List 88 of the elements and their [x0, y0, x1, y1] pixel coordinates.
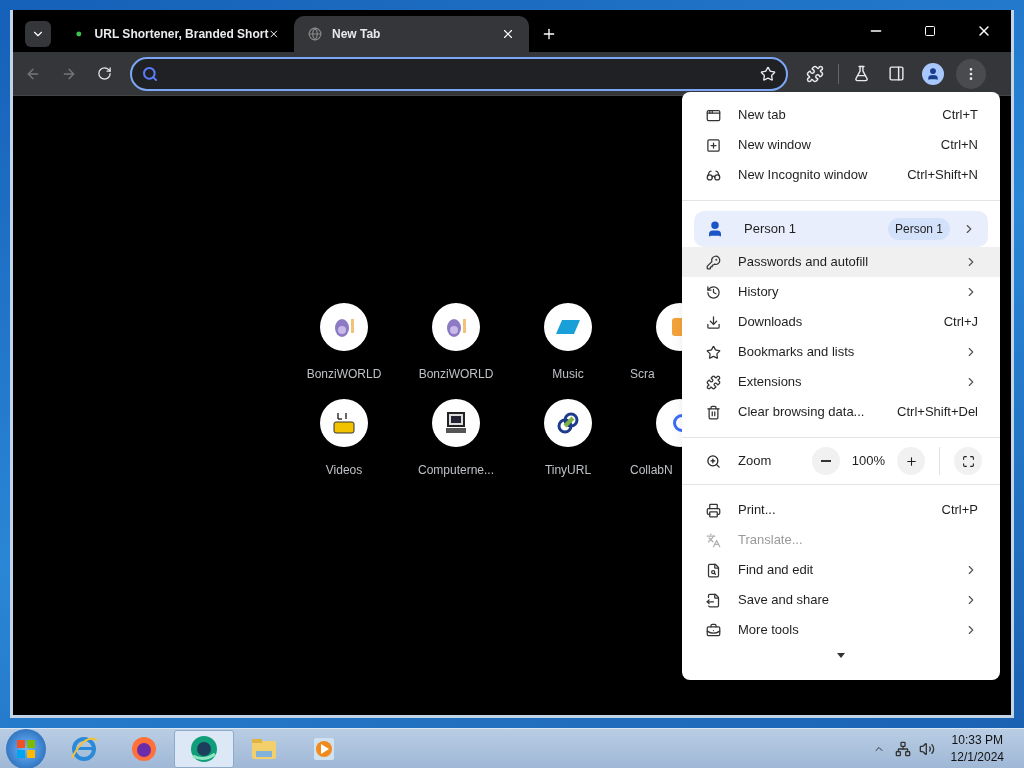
toolbox-icon	[706, 622, 721, 638]
globe-icon	[308, 27, 322, 41]
extensions-icon[interactable]	[806, 64, 824, 83]
person-icon	[706, 220, 724, 238]
menu-item[interactable]: Downloads Ctrl+J	[682, 307, 1000, 337]
browser-tab[interactable]: URL Shortener, Branded Short	[59, 16, 294, 52]
profile-badge: Person 1	[887, 218, 950, 240]
shortcut-tile[interactable]	[544, 303, 592, 351]
ring-icon	[672, 414, 682, 432]
shortcut-text: Ctrl+Shift+N	[907, 166, 978, 185]
zoom-icon	[706, 453, 721, 469]
window-icon	[706, 107, 721, 123]
fullscreen-button[interactable]	[954, 447, 982, 475]
printer-icon	[706, 502, 721, 518]
minus-icon	[820, 460, 831, 462]
download-icon	[706, 314, 721, 330]
profile-item[interactable]: Person 1 Person 1	[694, 211, 988, 247]
menu-item[interactable]: More tools	[682, 615, 1000, 645]
shortcut-label: Computerne...	[417, 462, 494, 479]
shortcut-text: Ctrl+N	[940, 136, 978, 155]
shortcut-label: CollabN	[630, 462, 673, 479]
fullscreen-icon	[961, 454, 975, 468]
close-icon[interactable]	[268, 27, 280, 41]
tab-search-button[interactable]	[25, 21, 51, 47]
shortcut-text: Ctrl+Shift+Del	[897, 403, 978, 422]
menu-button[interactable]	[956, 58, 986, 89]
plus-icon	[904, 454, 918, 468]
menu-item[interactable]: Print... Ctrl+P	[682, 495, 1000, 525]
clock[interactable]: 10:33 PM 12/1/2024	[950, 731, 1004, 766]
menu-item[interactable]: New Incognito window Ctrl+Shift+N	[682, 160, 1000, 190]
network-icon[interactable]	[894, 740, 911, 757]
shortcut-label: Music	[552, 366, 584, 383]
volume-icon[interactable]	[918, 740, 935, 757]
puzzle-icon	[706, 374, 721, 390]
menu-item[interactable]: Save and share	[682, 585, 1000, 615]
scroll-down-icon[interactable]	[837, 653, 845, 658]
browser-icon	[189, 733, 219, 764]
profile-avatar[interactable]	[922, 62, 944, 85]
key-icon	[706, 254, 721, 270]
flask-icon[interactable]	[853, 65, 870, 82]
shortcut-label: TinyURL	[544, 462, 592, 479]
windows-logo-icon	[17, 739, 35, 758]
new-tab-icon[interactable]	[541, 26, 557, 42]
star-icon[interactable]	[760, 65, 776, 82]
shortcut-tile[interactable]	[432, 399, 480, 447]
start-button[interactable]	[6, 728, 46, 768]
shortcut-tile[interactable]	[544, 399, 592, 447]
menu-item[interactable]: Passwords and autofill	[682, 247, 1000, 277]
find-icon	[706, 562, 721, 578]
search-icon	[142, 65, 158, 82]
menu-item[interactable]: Bookmarks and lists	[682, 337, 1000, 367]
shortcut-text: Ctrl+P	[941, 501, 978, 520]
browser-tab[interactable]: New Tab	[294, 16, 529, 52]
zoom-level: 100%	[851, 452, 885, 471]
address-bar[interactable]	[130, 56, 788, 91]
menu-item[interactable]: Extensions	[682, 367, 1000, 397]
shortcut-label: Videos	[325, 462, 363, 479]
zoom-out-button[interactable]	[811, 447, 840, 475]
shortcut-tile[interactable]	[320, 303, 368, 351]
shortcut-label: BonziWORLD	[306, 366, 382, 383]
shortcut-tile[interactable]	[432, 303, 480, 351]
menu-item[interactable]: New window Ctrl+N	[682, 130, 1000, 160]
file-icon	[706, 592, 721, 608]
reload-icon[interactable]	[97, 66, 112, 81]
zoom-label: Zoom	[738, 452, 773, 471]
shortcut-text: Ctrl+T	[942, 106, 978, 125]
translate-icon	[706, 532, 721, 548]
menu-item[interactable]: Find and edit	[682, 555, 1000, 585]
side-panel-icon[interactable]	[888, 65, 905, 82]
trash-icon	[706, 404, 721, 420]
zoom-in-button[interactable]	[897, 447, 925, 475]
history-icon	[706, 284, 721, 300]
tab-title: URL Shortener, Branded Short	[94, 26, 269, 43]
taskbar-app[interactable]	[174, 729, 234, 768]
new-window-icon	[706, 137, 721, 153]
star-icon	[706, 344, 721, 360]
shortcut-label: Scra	[630, 366, 655, 383]
menu-item[interactable]: New tab Ctrl+T	[682, 100, 1000, 130]
scroll-icon	[672, 318, 682, 336]
shortcut-label: BonziWORLD	[418, 366, 494, 383]
person-icon	[926, 66, 940, 81]
maximize-icon[interactable]	[924, 25, 936, 37]
shortcut-tile[interactable]	[320, 399, 368, 447]
menu-item[interactable]: History	[682, 277, 1000, 307]
close-icon[interactable]	[501, 27, 515, 41]
shortcut-text: Ctrl+J	[943, 313, 978, 332]
tab-title: New Tab	[332, 26, 382, 43]
menu-item[interactable]: Clear browsing data... Ctrl+Shift+Del	[682, 397, 1000, 427]
